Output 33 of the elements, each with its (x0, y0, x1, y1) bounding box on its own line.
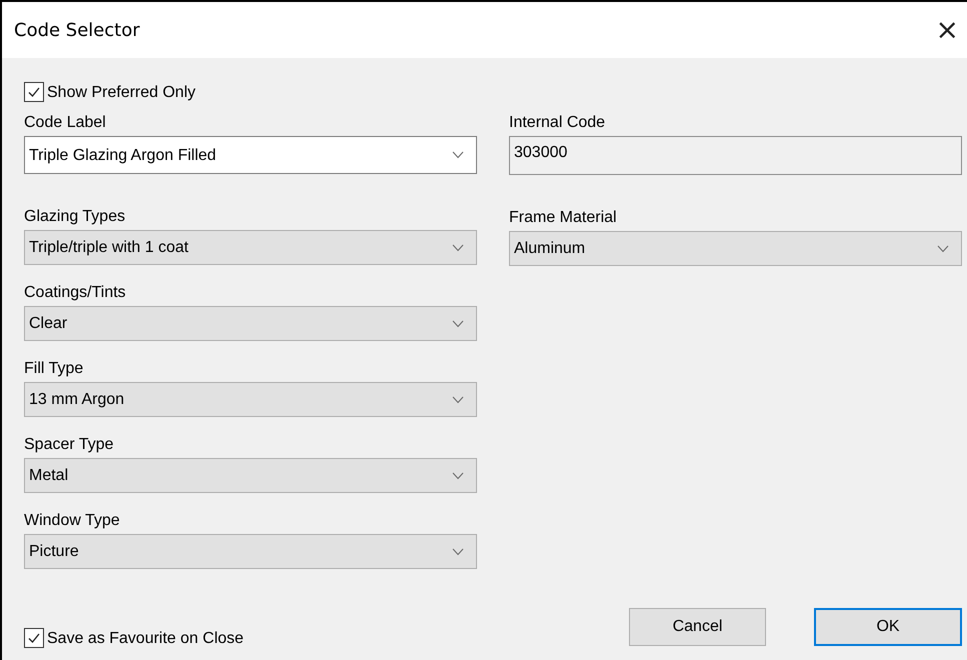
chevron-icon (452, 396, 464, 404)
checkbox-label[interactable]: Show Preferred Only (47, 82, 196, 102)
checkmark-icon (27, 85, 41, 99)
chevron-icon (452, 548, 464, 556)
field-label: Internal Code (509, 113, 606, 132)
chevron-icon (452, 244, 464, 252)
dropdown[interactable]: Picture (24, 534, 477, 569)
chevron-icon (937, 244, 949, 252)
field-label: Spacer Type (24, 435, 115, 454)
field-label: Fill Type (24, 359, 84, 378)
chevron-icon (452, 472, 464, 480)
field-label: Glazing Types (24, 207, 126, 226)
checkbox[interactable] (24, 628, 44, 648)
checkmark-icon (27, 631, 41, 645)
chevron-icon (452, 320, 464, 328)
dropdown[interactable]: Metal (24, 458, 477, 493)
field-label: Window Type (24, 511, 121, 530)
checkbox[interactable] (24, 82, 44, 102)
dropdown[interactable]: Clear (24, 306, 477, 341)
combo-box[interactable]: Triple Glazing Argon Filled (24, 136, 477, 174)
field-label: Code Label (24, 113, 107, 132)
checkbox-label[interactable]: Save as Favourite on Close (47, 628, 244, 648)
chevron-icon (452, 151, 464, 159)
window-title: Code Selector (14, 20, 140, 40)
text-field[interactable]: 303000 (509, 136, 962, 175)
dialog-button[interactable]: OK (814, 608, 962, 646)
dropdown[interactable]: Aluminum (509, 231, 962, 266)
close-button[interactable]: × (928, 10, 967, 50)
field-label: Frame Material (509, 208, 618, 227)
dialog-button[interactable]: Cancel (629, 608, 766, 646)
field-label: Coatings/Tints (24, 283, 127, 302)
dropdown[interactable]: 13 mm Argon (24, 382, 477, 417)
dropdown[interactable]: Triple/triple with 1 coat (24, 230, 477, 265)
